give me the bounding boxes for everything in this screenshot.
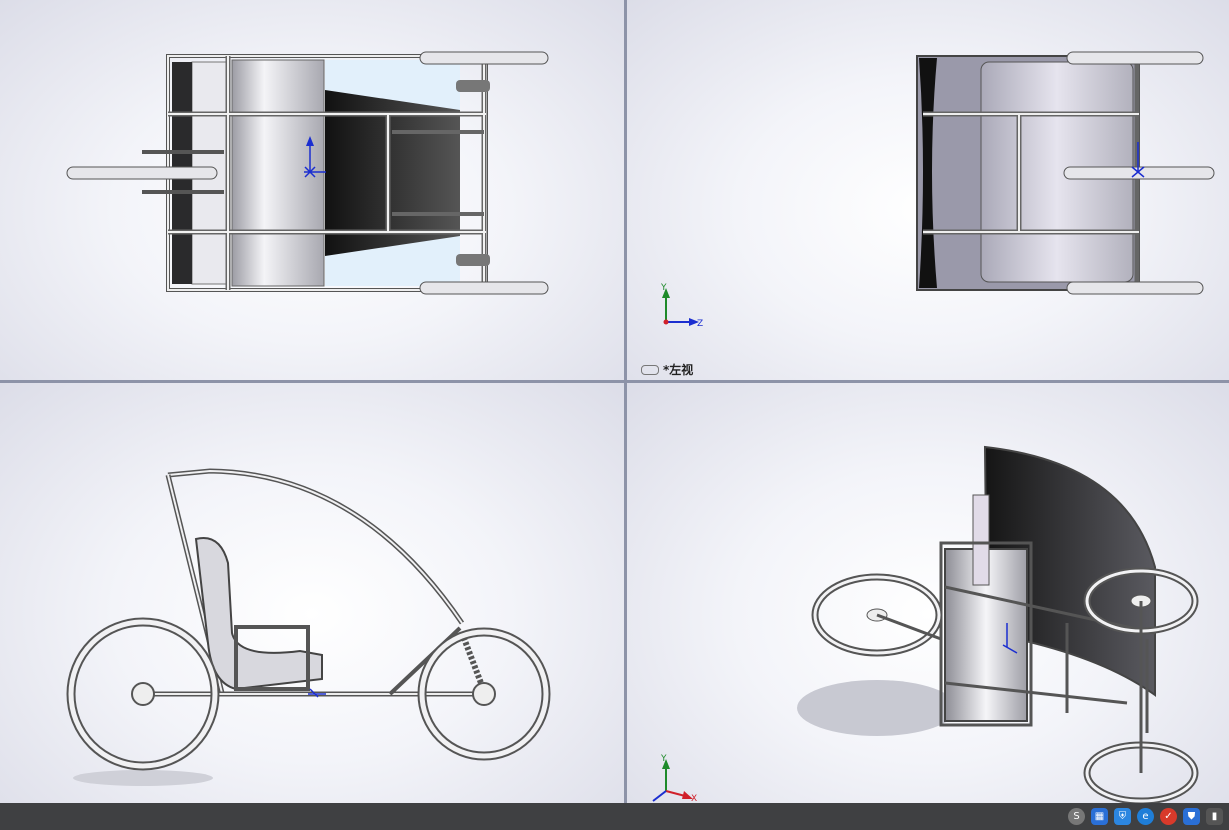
usb-icon[interactable]: ▮	[1206, 808, 1223, 825]
left-view-model: Y Z	[660, 51, 1215, 329]
axis-x-label: X	[691, 794, 697, 803]
defender-icon[interactable]: ⛊	[1183, 808, 1200, 825]
viewport-side-view[interactable]	[0, 383, 624, 803]
network-icon[interactable]: ▦	[1091, 808, 1108, 825]
axis-triad	[652, 759, 693, 802]
viewport-isometric-view[interactable]: Y X	[627, 383, 1229, 803]
viewport-top-view[interactable]	[0, 0, 624, 380]
axis-z-label: Z	[697, 319, 703, 329]
side-view-model	[66, 468, 551, 786]
view-name: *左视	[663, 363, 694, 377]
viewport-left-view[interactable]: Y Z *左视	[627, 0, 1229, 380]
view-glasses-icon	[641, 364, 659, 375]
status-bar: S ▦ ⛨ e ✓ ⛊ ▮	[0, 803, 1229, 830]
axis-y-label: Y	[660, 754, 667, 764]
top-view-model	[66, 51, 549, 295]
shield-icon[interactable]: ⛨	[1114, 808, 1131, 825]
view-label: *左视	[641, 361, 693, 378]
browser-icon[interactable]: e	[1137, 808, 1154, 825]
viewport-splitter-horizontal[interactable]	[0, 380, 1229, 383]
system-tray: S ▦ ⛨ e ✓ ⛊ ▮	[1068, 808, 1223, 825]
axis-y-label: Y	[660, 283, 667, 293]
s-icon[interactable]: S	[1068, 808, 1085, 825]
security-check-icon[interactable]: ✓	[1160, 808, 1177, 825]
viewport-splitter-vertical[interactable]	[624, 0, 627, 803]
isometric-view-model: Y X	[652, 445, 1199, 803]
axis-triad	[662, 288, 699, 326]
